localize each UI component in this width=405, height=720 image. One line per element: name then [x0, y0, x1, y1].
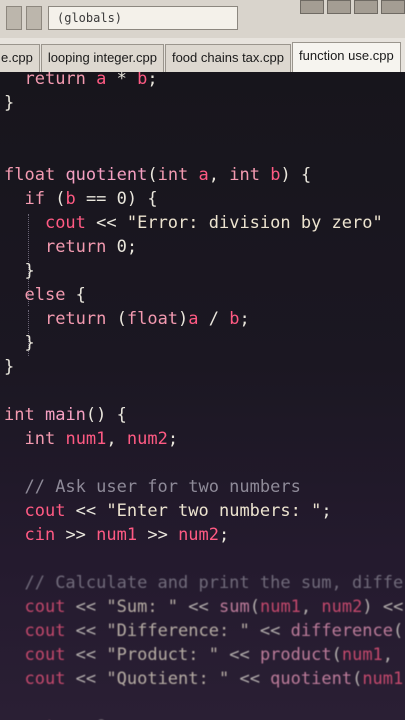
code-line[interactable]: int main() {	[4, 403, 403, 427]
code-line[interactable]	[4, 115, 403, 139]
toolbar-button-icon[interactable]	[327, 0, 351, 14]
code-line[interactable]: }	[4, 259, 403, 283]
code-line[interactable]: }	[4, 355, 403, 379]
code-line[interactable]: cout << "Quotient: " << quotient(num1	[4, 667, 403, 691]
code-text[interactable]: return a * b;} float quotient(int a, int …	[4, 72, 403, 720]
code-line[interactable]	[4, 691, 403, 715]
code-line[interactable]	[4, 139, 403, 163]
toolbar-separator-icon	[26, 6, 42, 30]
code-line[interactable]: // Calculate and print the sum, diffe	[4, 571, 403, 595]
toolbar-button-icon[interactable]	[300, 0, 324, 14]
code-line[interactable]: else {	[4, 283, 403, 307]
code-line[interactable]: }	[4, 331, 403, 355]
scope-selector[interactable]: (globals)	[48, 6, 238, 30]
code-line[interactable]: return (float)a / b;	[4, 307, 403, 331]
code-line[interactable]: return 0;	[4, 715, 403, 720]
code-line[interactable]: int num1, num2;	[4, 427, 403, 451]
code-line[interactable]: }	[4, 91, 403, 115]
tab-e-cpp[interactable]: e.cpp	[0, 44, 40, 72]
toolbar-button-icon[interactable]	[381, 0, 405, 14]
code-editor[interactable]: return a * b;} float quotient(int a, int …	[0, 72, 405, 720]
code-line[interactable]: cout << "Difference: " << difference(	[4, 619, 403, 643]
code-line[interactable]	[4, 379, 403, 403]
code-line[interactable]: // Ask user for two numbers	[4, 475, 403, 499]
code-line[interactable]	[4, 547, 403, 571]
code-line[interactable]: cout << "Enter two numbers: ";	[4, 499, 403, 523]
toolbar-button-icon[interactable]	[354, 0, 378, 14]
code-line[interactable]	[4, 451, 403, 475]
code-line[interactable]: cin >> num1 >> num2;	[4, 523, 403, 547]
code-line[interactable]: if (b == 0) {	[4, 187, 403, 211]
tab-function-use-cpp[interactable]: function use.cpp	[292, 42, 401, 72]
code-line[interactable]: return 0;	[4, 235, 403, 259]
tab-looping-integer-cpp[interactable]: looping integer.cpp	[40, 44, 164, 72]
tab-food-chains-tax-cpp[interactable]: food chains tax.cpp	[164, 44, 291, 72]
code-line[interactable]: cout << "Error: division by zero"	[4, 211, 403, 235]
code-line[interactable]: cout << "Product: " << product(num1,	[4, 643, 403, 667]
toolbar-button-icon[interactable]	[6, 6, 22, 30]
code-line[interactable]: cout << "Sum: " << sum(num1, num2) <<	[4, 595, 403, 619]
code-line[interactable]: return a * b;	[4, 72, 403, 91]
file-tab-bar: e.cpp looping integer.cpp food chains ta…	[0, 38, 405, 73]
code-line[interactable]: float quotient(int a, int b) {	[4, 163, 403, 187]
toolbar: (globals)	[0, 0, 405, 39]
toolbar-buttons	[300, 0, 405, 14]
